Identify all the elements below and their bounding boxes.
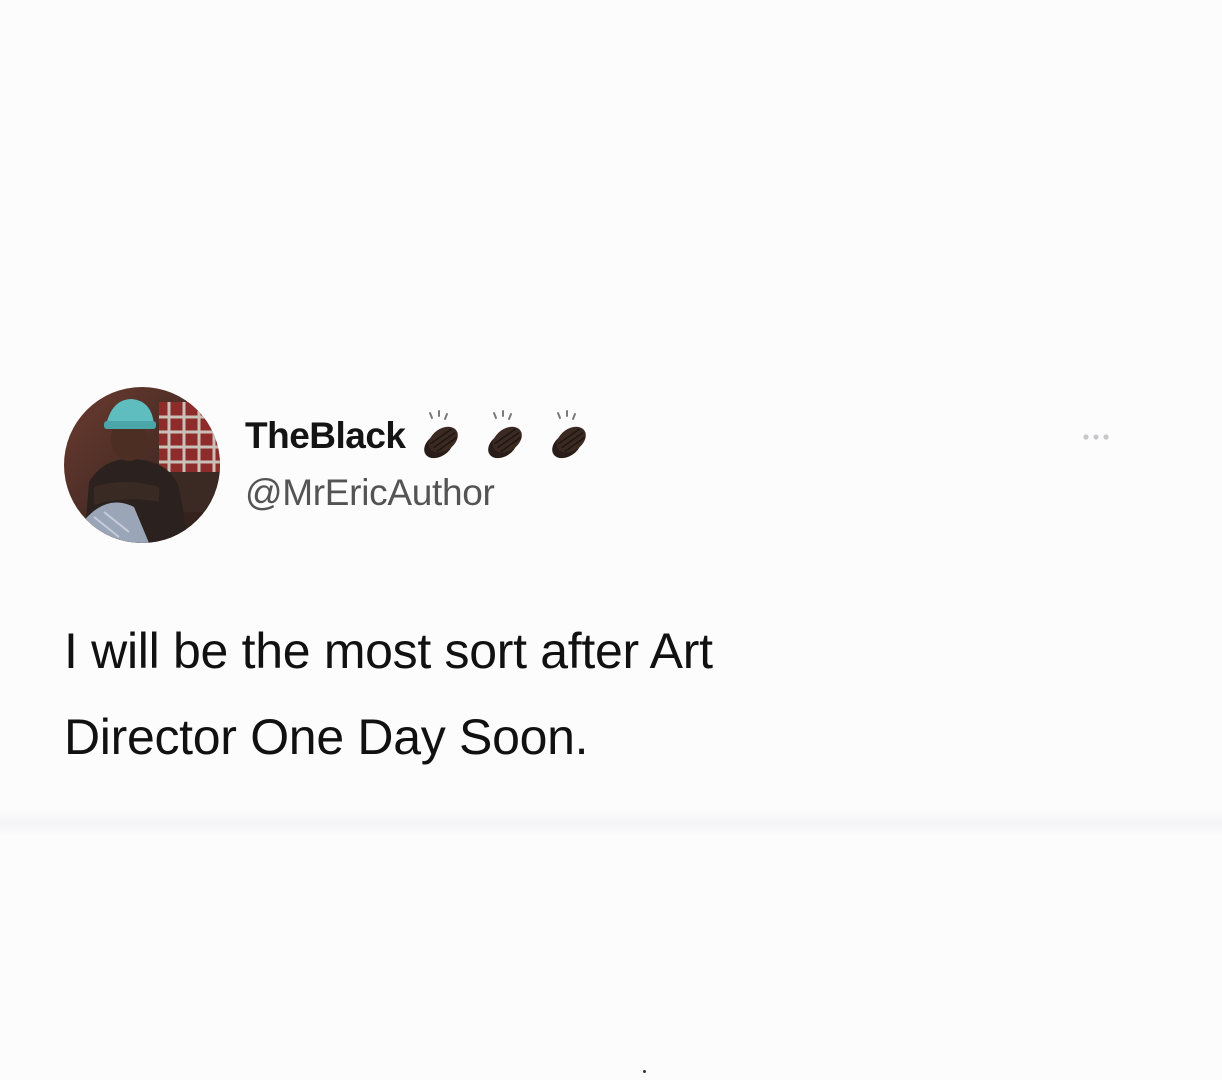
avatar-image bbox=[64, 387, 220, 543]
divider bbox=[0, 810, 1222, 836]
tweet-text: I will be the most sort after Art Direct… bbox=[64, 608, 1064, 780]
avatar[interactable] bbox=[64, 387, 220, 543]
tweet-text-line-1: I will be the most sort after Art bbox=[64, 623, 713, 679]
clapping-hands-icon bbox=[551, 410, 586, 459]
tweet-text-line-2: Director One Day Soon. bbox=[64, 709, 589, 765]
clapping-hands-icon bbox=[487, 410, 522, 459]
display-name[interactable]: TheBlack bbox=[245, 415, 406, 457]
display-name-emojis bbox=[412, 407, 604, 465]
user-handle[interactable]: @MrEricAuthor bbox=[245, 472, 495, 514]
display-name-row: TheBlack bbox=[245, 406, 604, 466]
tweet-card: TheBlack @MrEricAuthor I will be the mos… bbox=[0, 0, 1222, 1080]
dot-mark bbox=[643, 1070, 646, 1073]
clapping-hands-icon bbox=[423, 410, 458, 459]
ellipsis-icon[interactable] bbox=[1080, 430, 1122, 444]
